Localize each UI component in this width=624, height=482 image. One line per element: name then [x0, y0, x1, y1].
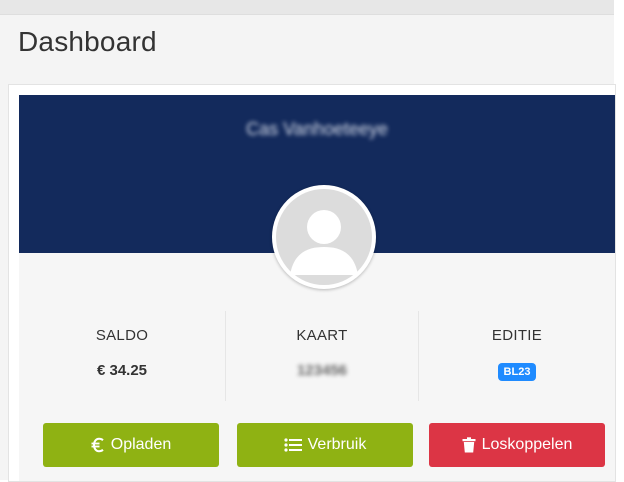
kaart-value: 123456	[296, 362, 348, 379]
stat-label: KAART	[296, 327, 348, 344]
avatar	[272, 185, 376, 289]
list-icon	[284, 437, 302, 453]
stat-kaart: KAART 123456	[226, 311, 418, 401]
top-bar	[0, 0, 614, 15]
saldo-value: € 34.25	[96, 362, 148, 379]
euro-icon	[91, 437, 105, 453]
page: Dashboard Cas Vanhoeteeye SALDO € 34.25 …	[0, 0, 616, 482]
edition-badge: BL23	[497, 363, 537, 381]
stat-label: SALDO	[95, 327, 149, 344]
loskoppelen-button[interactable]: Loskoppelen	[429, 423, 605, 467]
page-title: Dashboard	[18, 26, 157, 57]
profile-card: Cas Vanhoeteeye SALDO € 34.25 KAART 1234…	[8, 84, 616, 482]
stat-label: EDITIE	[491, 327, 543, 344]
button-label: Opladen	[110, 436, 172, 453]
stat-saldo: SALDO € 34.25	[19, 311, 225, 401]
user-name: Cas Vanhoeteeye	[246, 119, 388, 139]
button-label: Verbruik	[307, 436, 367, 453]
opladen-button[interactable]: Opladen	[43, 423, 219, 467]
stat-editie: EDITIE BL23	[419, 311, 615, 401]
trash-icon	[462, 437, 476, 453]
verbruik-button[interactable]: Verbruik	[237, 423, 413, 467]
user-placeholder-icon	[276, 189, 372, 285]
button-label: Loskoppelen	[481, 436, 573, 453]
editie-value: BL23	[419, 362, 615, 381]
